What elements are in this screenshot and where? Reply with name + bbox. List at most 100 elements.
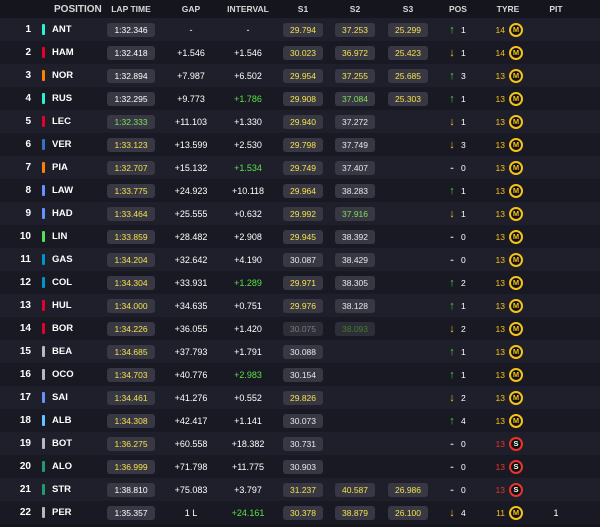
lap-time: 1:32.707	[98, 160, 164, 175]
header-s3[interactable]: S3	[382, 4, 434, 14]
driver-code[interactable]: GAS	[46, 254, 98, 265]
table-row[interactable]: 11 GAS 1:34.204 +32.642 +4.190 30.087 38…	[0, 248, 600, 271]
table-row[interactable]: 7 PIA 1:32.707 +15.132 +1.534 29.749 37.…	[0, 156, 600, 179]
driver-code[interactable]: VER	[46, 139, 98, 150]
header-tyre[interactable]: TYRE	[482, 4, 534, 14]
driver-code[interactable]: PIA	[46, 162, 98, 173]
table-row[interactable]: 14 BOR 1:34.226 +36.055 +1.420 30.075 38…	[0, 317, 600, 340]
sector-1: 30.731	[278, 436, 328, 451]
table-row[interactable]: 15 BEA 1:34.685 +37.793 +1.791 30.088 ↑ …	[0, 340, 600, 363]
sector-2-value: 40.587	[335, 482, 375, 497]
sector-1-value: 30.075	[283, 321, 323, 336]
sector-1-value: 29.749	[283, 160, 323, 175]
position-change-count: 1	[461, 369, 466, 380]
table-row[interactable]: 12 COL 1:34.304 +33.931 +1.289 29.971 38…	[0, 271, 600, 294]
driver-code[interactable]: STR	[46, 484, 98, 495]
sector-2-value: 37.916	[335, 206, 375, 221]
tyre-info: 14 M	[482, 45, 534, 60]
gap-value: +60.558	[174, 438, 208, 449]
lap-time: 1:33.464	[98, 206, 164, 221]
tyre-age: 13	[495, 254, 505, 265]
sector-1-value: 29.826	[283, 390, 323, 405]
table-row[interactable]: 2 HAM 1:32.418 +1.546 +1.546 30.023 36.9…	[0, 41, 600, 64]
lap-time: 1:36.999	[98, 459, 164, 474]
driver-code[interactable]: LIN	[46, 231, 98, 242]
tyre-medium-icon: M	[509, 344, 523, 359]
table-row[interactable]: 8 LAW 1:33.775 +24.923 +10.118 29.964 38…	[0, 179, 600, 202]
driver-code[interactable]: SAI	[46, 392, 98, 403]
header-interval[interactable]: INTERVAL	[218, 4, 278, 14]
interval-value: -	[246, 24, 250, 35]
driver-code[interactable]: LAW	[46, 185, 98, 196]
sector-1: 29.826	[278, 390, 328, 405]
table-row[interactable]: 10 LIN 1:33.859 +28.482 +2.908 29.945 38…	[0, 225, 600, 248]
table-row[interactable]: 9 HAD 1:33.464 +25.555 +0.632 29.992 37.…	[0, 202, 600, 225]
driver-code[interactable]: OCO	[46, 369, 98, 380]
tyre-info: 13 M	[482, 344, 534, 359]
table-row[interactable]: 3 NOR 1:32.894 +7.987 +6.502 29.954 37.2…	[0, 64, 600, 87]
driver-code[interactable]: ALO	[46, 461, 98, 472]
lap-time-value: 1:34.000	[107, 298, 155, 313]
tyre-medium-icon: M	[509, 413, 523, 428]
driver-code[interactable]: HAM	[46, 47, 98, 58]
driver-code[interactable]: ALB	[46, 415, 98, 426]
sector-1-value: 29.945	[283, 229, 323, 244]
position-change: ↓ 4	[434, 507, 482, 519]
driver-code[interactable]: HAD	[46, 208, 98, 219]
sector-1: 29.908	[278, 91, 328, 106]
table-row[interactable]: 18 ALB 1:34.308 +42.417 +1.141 30.073 ↑ …	[0, 409, 600, 432]
gap-value: +11.103	[174, 116, 208, 127]
sector-3-value: 25.299	[388, 22, 428, 37]
table-row[interactable]: 20 ALO 1:36.999 +71.798 +11.775 30.903 -…	[0, 455, 600, 478]
header-pit[interactable]: PIT	[534, 4, 578, 14]
sector-1: 30.073	[278, 413, 328, 428]
gap-value: +9.773	[177, 93, 205, 104]
table-row[interactable]: 1 ANT 1:32.346 - - 29.794 37.253 25.299 …	[0, 18, 600, 41]
lap-time: 1:32.333	[98, 114, 164, 129]
header-s1[interactable]: S1	[278, 4, 328, 14]
table-row[interactable]: 16 OCO 1:34.703 +40.776 +2.983 30.154 ↑ …	[0, 363, 600, 386]
header-s2[interactable]: S2	[328, 4, 382, 14]
position-change-count: 1	[461, 185, 466, 196]
lap-time: 1:33.859	[98, 229, 164, 244]
sector-1: 29.794	[278, 22, 328, 37]
header-gap[interactable]: GAP	[164, 4, 218, 14]
table-row[interactable]: 19 BOT 1:36.275 +60.558 +18.382 30.731 -…	[0, 432, 600, 455]
driver-code[interactable]: BEA	[46, 346, 98, 357]
driver-code[interactable]: NOR	[46, 70, 98, 81]
driver-code[interactable]: ANT	[46, 24, 98, 35]
table-row[interactable]: 13 HUL 1:34.000 +34.635 +0.751 29.976 38…	[0, 294, 600, 317]
driver-code[interactable]: HUL	[46, 300, 98, 311]
interval-value: +0.751	[234, 300, 262, 311]
position-change-count: 0	[461, 438, 466, 449]
position-change-count: 1	[461, 116, 466, 127]
position-number: 21	[19, 484, 31, 495]
table-row[interactable]: 21 STR 1:38.810 +75.083 +3.797 31.237 40…	[0, 478, 600, 501]
driver-code[interactable]: COL	[46, 277, 98, 288]
driver-code[interactable]: RUS	[46, 93, 98, 104]
position-change: ↑ 1	[434, 93, 482, 105]
sector-2-value: 37.407	[335, 160, 375, 175]
driver-code[interactable]: LEC	[46, 116, 98, 127]
position-change-arrow-up-icon: ↑	[449, 92, 455, 105]
table-row[interactable]: 6 VER 1:33.123 +13.599 +2.530 29.798 37.…	[0, 133, 600, 156]
driver-code[interactable]: BOR	[46, 323, 98, 334]
header-lap-time[interactable]: LAP TIME	[98, 4, 164, 14]
table-row[interactable]: 17 SAI 1:34.461 +41.276 +0.552 29.826 ↓ …	[0, 386, 600, 409]
position-change-dash-icon: -	[450, 161, 454, 174]
lap-time-value: 1:36.999	[107, 459, 155, 474]
header-position[interactable]: POSITION	[0, 4, 102, 15]
table-row[interactable]: 4 RUS 1:32.295 +9.773 +1.786 29.908 37.0…	[0, 87, 600, 110]
header-pos[interactable]: POS	[434, 4, 482, 14]
driver-code[interactable]: BOT	[46, 438, 98, 449]
position-number: 10	[19, 231, 31, 242]
position-change: ↑ 4	[434, 415, 482, 427]
sector-1-value: 30.378	[283, 505, 323, 520]
driver-code[interactable]: PER	[46, 507, 98, 518]
table-row[interactable]: 22 PER 1:35.357 1 L +24.161 30.378 38.87…	[0, 501, 600, 524]
tyre-medium-icon: M	[509, 22, 523, 37]
tyre-medium-icon: M	[509, 298, 523, 313]
interval-value: +24.161	[231, 507, 265, 518]
sector-2: 38.879	[328, 505, 382, 520]
table-row[interactable]: 5 LEC 1:32.333 +11.103 +1.330 29.940 37.…	[0, 110, 600, 133]
